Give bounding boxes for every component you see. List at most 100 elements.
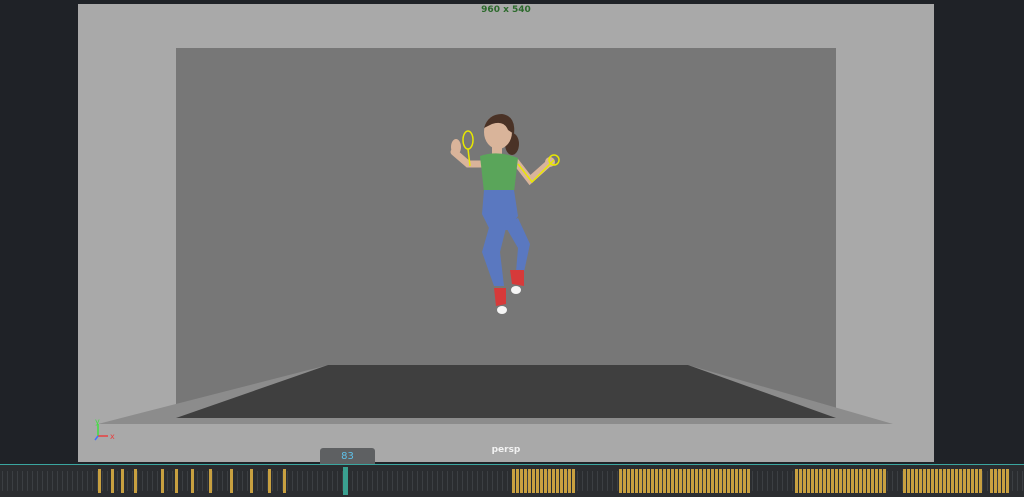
- keyframe-marker: [552, 469, 555, 493]
- timeline-tick: [777, 471, 778, 491]
- keyframe-marker: [955, 469, 958, 493]
- timeline-tick: [567, 471, 568, 491]
- keyframe-marker: [795, 469, 798, 493]
- keyframe-marker: [711, 469, 714, 493]
- keyframe-marker: [250, 469, 253, 493]
- keyframe-marker: [548, 469, 551, 493]
- keyframe-marker: [971, 469, 974, 493]
- timeline-tick: [397, 471, 398, 491]
- keyframe-marker: [875, 469, 878, 493]
- current-frame-indicator[interactable]: 83: [320, 448, 375, 464]
- timeline-tick: [87, 471, 88, 491]
- keyframe-marker: [735, 469, 738, 493]
- z-axis-line: [94, 435, 99, 441]
- keyframe-marker: [520, 469, 523, 493]
- timeline-tick: [222, 471, 223, 491]
- timeline-tick: [427, 471, 428, 491]
- timeline-tick: [407, 471, 408, 491]
- timeline-tick: [582, 471, 583, 491]
- timeline-tick: [422, 471, 423, 491]
- timeline-tick: [477, 471, 478, 491]
- keyframe-marker: [835, 469, 838, 493]
- resolution-label: 960 x 540: [481, 5, 531, 15]
- timeline-tick: [482, 471, 483, 491]
- timeline-tick: [277, 471, 278, 491]
- timeline-tick: [172, 471, 173, 491]
- keyframe-marker: [631, 469, 634, 493]
- timeline-tick: [42, 471, 43, 491]
- timeline-tick: [337, 471, 338, 491]
- keyframe-marker: [867, 469, 870, 493]
- timeline-tick: [57, 471, 58, 491]
- keyframe-marker: [967, 469, 970, 493]
- keyframe-marker: [283, 469, 286, 493]
- timeline-tick: [417, 471, 418, 491]
- keyframe-marker: [843, 469, 846, 493]
- keyframe-marker: [871, 469, 874, 493]
- timeline-tick: [102, 471, 103, 491]
- timeline-tick: [272, 471, 273, 491]
- current-frame-marker[interactable]: [343, 467, 348, 495]
- timeline-tick: [22, 471, 23, 491]
- timeline-tick: [292, 471, 293, 491]
- timeline-tick: [97, 471, 98, 491]
- keyframe-marker: [951, 469, 954, 493]
- keyframe-marker: [863, 469, 866, 493]
- right-shoe-sole: [511, 286, 521, 294]
- timeline-tick: [132, 471, 133, 491]
- timeline-track[interactable]: [0, 465, 1024, 497]
- keyframe-marker: [564, 469, 567, 493]
- keyframe-marker: [979, 469, 982, 493]
- timeline-tick: [187, 471, 188, 491]
- timeline-tick: [182, 471, 183, 491]
- timeline-tick: [377, 471, 378, 491]
- timeline-tick: [547, 471, 548, 491]
- timeline-tick: [47, 471, 48, 491]
- timeline-tick: [12, 471, 13, 491]
- timeline-tick: [312, 471, 313, 491]
- keyframe-marker: [230, 469, 233, 493]
- keyframe-marker: [943, 469, 946, 493]
- timeline-tick: [262, 471, 263, 491]
- timeline-tick: [527, 471, 528, 491]
- scene-view[interactable]: [78, 4, 934, 462]
- keyframe-marker: [687, 469, 690, 493]
- keyframe-marker: [827, 469, 830, 493]
- timeline-tick: [327, 471, 328, 491]
- keyframe-marker: [663, 469, 666, 493]
- left-hand: [451, 139, 461, 155]
- keyframe-marker: [536, 469, 539, 493]
- keyframe-marker: [98, 469, 101, 493]
- keyframe-marker: [623, 469, 626, 493]
- keyframe-marker: [556, 469, 559, 493]
- timeline-tick: [452, 471, 453, 491]
- keyframe-marker: [707, 469, 710, 493]
- timeline-tick: [467, 471, 468, 491]
- keyframe-marker: [560, 469, 563, 493]
- keyframe-marker: [915, 469, 918, 493]
- keyframe-marker: [935, 469, 938, 493]
- timeline-tick: [317, 471, 318, 491]
- timeline-tick: [792, 471, 793, 491]
- timeline-tick: [257, 471, 258, 491]
- timeline-tick: [142, 471, 143, 491]
- keyframe-marker: [639, 469, 642, 493]
- keyframe-marker: [919, 469, 922, 493]
- timeline-tick: [207, 471, 208, 491]
- keyframe-marker: [883, 469, 886, 493]
- timeline-tick: [617, 471, 618, 491]
- keyframe-marker: [998, 469, 1001, 493]
- camera-label: persp: [491, 445, 521, 455]
- viewport-panel[interactable]: 960 x 540 y x persp: [78, 4, 934, 462]
- timeline-tick: [762, 471, 763, 491]
- keyframe-marker: [939, 469, 942, 493]
- keyframe-marker: [619, 469, 622, 493]
- timeline-tick: [902, 471, 903, 491]
- timeline-tick: [362, 471, 363, 491]
- timeline-bar[interactable]: [0, 464, 1024, 497]
- keyframe-marker: [161, 469, 164, 493]
- timeline-tick: [497, 471, 498, 491]
- timeline-tick: [892, 471, 893, 491]
- timeline-tick: [237, 471, 238, 491]
- timeline-tick: [752, 471, 753, 491]
